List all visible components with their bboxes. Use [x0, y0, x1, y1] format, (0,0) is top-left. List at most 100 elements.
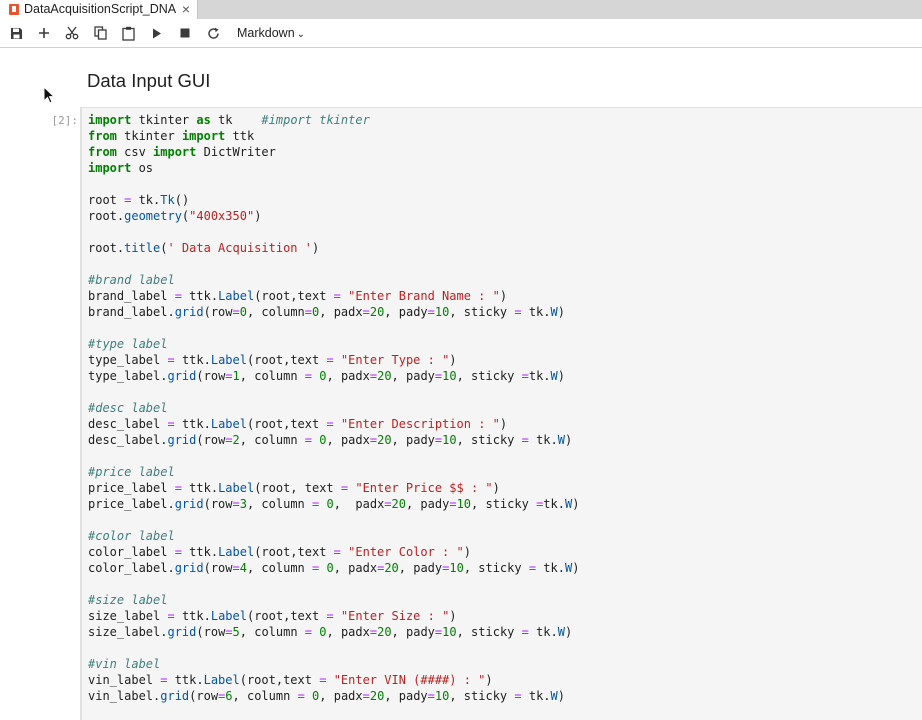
code-token: 3 — [239, 497, 247, 511]
code-token: ) — [557, 369, 566, 383]
code-token: DictWriter — [196, 145, 276, 159]
code-token: Label — [218, 289, 255, 303]
code-line: color_label = ttk.Label(root,text = "Ent… — [88, 544, 918, 560]
cut-icon[interactable] — [64, 25, 80, 41]
code-token: (root,text — [246, 609, 327, 623]
code-token: Label — [210, 353, 247, 367]
tab-bar: DataAcquisitionScript_DNA × — [0, 0, 922, 19]
code-token: , padx — [333, 497, 385, 511]
code-token: , sticky — [449, 689, 515, 703]
code-token: ) — [311, 241, 320, 255]
code-token: = — [225, 625, 233, 639]
code-token: , padx — [326, 625, 370, 639]
code-token: csv — [116, 145, 154, 159]
code-token: vin_label — [88, 673, 161, 687]
code-token: ) — [499, 289, 508, 303]
code-token: 0 — [319, 433, 327, 447]
code-token: tkinter — [116, 129, 182, 143]
code-token: = — [369, 625, 378, 639]
code-token: vin_label. — [88, 689, 161, 703]
stop-icon[interactable] — [177, 25, 193, 41]
code-token: "Enter Brand Name : " — [348, 289, 500, 303]
code-token: () — [174, 193, 190, 207]
code-token: , sticky — [471, 497, 537, 511]
code-line: desc_label = ttk.Label(root,text = "Ente… — [88, 416, 918, 432]
code-token: Label — [218, 545, 255, 559]
code-token: ) — [557, 305, 565, 319]
code-token: 20 — [369, 689, 385, 703]
restart-icon[interactable] — [205, 25, 221, 41]
code-token: 0 — [319, 369, 327, 383]
code-token: "Enter Size : " — [340, 609, 450, 623]
run-icon[interactable] — [149, 25, 165, 41]
tab-title: DataAcquisitionScript_DNA — [24, 2, 176, 16]
code-token: , column — [232, 689, 298, 703]
code-token: #desc label — [88, 401, 168, 415]
code-token: = — [174, 545, 182, 559]
code-token: ) — [565, 433, 573, 447]
code-token: desc_label — [88, 417, 168, 431]
code-token: ) — [254, 209, 262, 223]
code-line: root.title(' Data Acquisition ') — [88, 240, 918, 256]
code-token: = — [225, 433, 233, 447]
close-icon[interactable]: × — [179, 1, 193, 17]
code-token: , sticky — [463, 561, 529, 575]
code-token: from — [88, 129, 117, 143]
notebook-icon — [9, 4, 19, 15]
code-token: = — [333, 289, 341, 303]
code-token: size_label — [88, 609, 168, 623]
code-token: price_label — [88, 481, 175, 495]
copy-icon[interactable] — [92, 25, 108, 41]
code-token: price_label. — [88, 497, 175, 511]
code-token: , pady — [398, 561, 443, 575]
code-token: root. — [88, 241, 125, 255]
code-token: 20 — [377, 625, 392, 639]
code-token: , pady — [405, 497, 450, 511]
code-token: (row — [196, 625, 226, 639]
code-token: tk. — [521, 305, 551, 319]
paste-icon[interactable] — [120, 25, 136, 41]
code-token: , padx — [319, 305, 363, 319]
code-token: ) — [463, 545, 471, 559]
code-token: = — [384, 497, 392, 511]
code-token: = — [369, 369, 378, 383]
notebook-tab[interactable]: DataAcquisitionScript_DNA × — [0, 0, 198, 19]
save-icon[interactable] — [8, 25, 24, 41]
code-token: size_label. — [88, 625, 168, 639]
code-token: "Enter Color : " — [348, 545, 464, 559]
code-token: tkinter — [131, 113, 197, 127]
code-editor[interactable]: import tkinter as tk #import tkinter from… — [88, 112, 918, 704]
code-token: root — [88, 193, 125, 207]
code-token: ) — [572, 497, 580, 511]
code-token: 20 — [377, 433, 392, 447]
code-token: 10 — [442, 433, 457, 447]
code-token: 10 — [456, 497, 472, 511]
code-token: (root,text — [246, 353, 327, 367]
code-token: tk — [210, 113, 262, 127]
code-token: ttk. — [181, 545, 219, 559]
code-token: type_label. — [88, 369, 168, 383]
code-token: , sticky — [456, 369, 522, 383]
code-token: = — [528, 561, 537, 575]
code-token: ttk. — [181, 481, 219, 495]
code-line: brand_label.grid(row=0, column=0, padx=2… — [88, 304, 918, 320]
code-token: ttk. — [174, 609, 211, 623]
code-token: = — [333, 545, 341, 559]
code-token: = — [297, 689, 305, 703]
code-token: , column — [246, 497, 313, 511]
code-line: price_label.grid(row=3, column = 0, padx… — [88, 496, 918, 512]
code-token: = — [521, 369, 529, 383]
code-token: = — [167, 417, 175, 431]
add-cell-icon[interactable] — [36, 25, 52, 41]
code-token: from — [88, 145, 117, 159]
code-token: import — [88, 161, 132, 175]
code-line: #size label — [88, 592, 918, 608]
code-token: W — [550, 369, 558, 383]
cell-type-dropdown[interactable]: Markdown ⌄ — [237, 25, 305, 41]
code-token: , column — [246, 305, 305, 319]
code-token: 2 — [232, 433, 240, 447]
